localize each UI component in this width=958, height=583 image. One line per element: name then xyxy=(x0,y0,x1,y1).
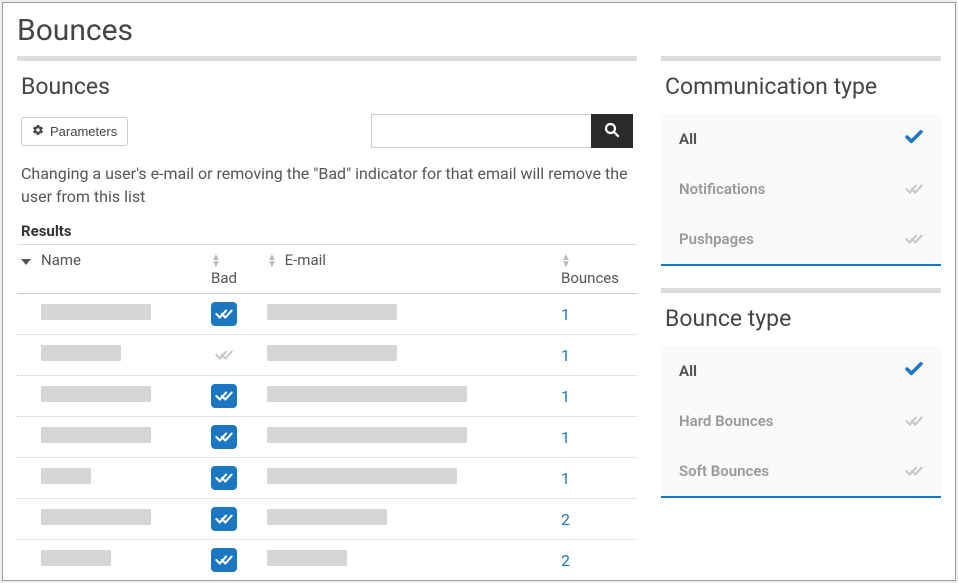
check-icon xyxy=(905,232,923,246)
filter-item-label: Hard Bounces xyxy=(679,412,773,430)
filter-item[interactable]: Hard Bounces xyxy=(661,396,941,446)
filter-item-label: Notifications xyxy=(679,180,765,198)
bounces-link[interactable]: 1 xyxy=(561,346,570,365)
gear-icon xyxy=(32,124,44,139)
bad-indicator[interactable] xyxy=(211,302,237,326)
table-row: 1 xyxy=(17,417,637,458)
bad-indicator[interactable] xyxy=(211,466,237,490)
email-placeholder xyxy=(267,550,347,566)
filter-item-label: All xyxy=(679,362,697,380)
bounces-link[interactable]: 2 xyxy=(561,510,570,529)
table-row: 1 xyxy=(17,458,637,499)
table-row: 1 xyxy=(17,294,637,335)
col-header-bad[interactable]: ▲▼ Bad xyxy=(211,251,267,287)
panel-divider xyxy=(661,56,941,61)
name-placeholder xyxy=(41,427,151,443)
bad-indicator[interactable] xyxy=(211,343,237,367)
table-header: Name ▲▼ Bad ▲▼ E-mail ▲▼ Bounces xyxy=(17,245,637,294)
table-row: 2 xyxy=(17,499,637,540)
email-placeholder xyxy=(267,345,397,361)
search-input[interactable] xyxy=(371,114,591,148)
filter-item[interactable]: All xyxy=(661,114,941,164)
table-row: 1 xyxy=(17,335,637,376)
filter-item[interactable]: Notifications xyxy=(661,164,941,214)
email-placeholder xyxy=(267,304,397,320)
name-placeholder xyxy=(41,468,91,484)
toolbar: Parameters xyxy=(17,114,637,148)
filter-item-label: All xyxy=(679,130,697,148)
col-header-bad-label: Bad xyxy=(211,269,237,287)
email-placeholder xyxy=(267,468,457,484)
bad-indicator[interactable] xyxy=(211,384,237,408)
filter-item[interactable]: Soft Bounces xyxy=(661,446,941,496)
bounce-type-title: Bounce type xyxy=(661,305,941,332)
bounces-link[interactable]: 1 xyxy=(561,305,570,324)
search-icon xyxy=(603,121,621,142)
col-header-bounces-label: Bounces xyxy=(561,269,619,287)
main-panel-title: Bounces xyxy=(17,73,637,100)
bad-indicator[interactable] xyxy=(211,425,237,449)
panel-divider xyxy=(17,56,637,61)
bad-indicator[interactable] xyxy=(211,548,237,572)
caret-down-icon xyxy=(21,259,31,265)
table-row: 2 xyxy=(17,540,637,581)
bounce-type-panel: Bounce type All Hard Bounces Soft Bounces xyxy=(661,288,941,498)
check-icon xyxy=(905,130,923,148)
sort-icon: ▲▼ xyxy=(561,254,571,268)
name-placeholder xyxy=(41,304,151,320)
email-placeholder xyxy=(267,509,387,525)
name-placeholder xyxy=(41,386,151,402)
bounces-link[interactable]: 2 xyxy=(561,551,570,570)
col-header-email[interactable]: ▲▼ E-mail xyxy=(267,251,561,269)
sort-icon: ▲▼ xyxy=(267,254,277,268)
parameters-button[interactable]: Parameters xyxy=(21,117,128,146)
bounces-link[interactable]: 1 xyxy=(561,428,570,447)
filter-item-label: Soft Bounces xyxy=(679,462,769,480)
bounces-link[interactable]: 1 xyxy=(561,387,570,406)
side-panels: Communication type All Notifications Pushp… xyxy=(661,56,941,581)
bounces-link[interactable]: 1 xyxy=(561,469,570,488)
col-header-name[interactable]: Name xyxy=(41,251,211,269)
filter-item-label: Pushpages xyxy=(679,230,754,248)
col-header-bounces[interactable]: ▲▼ Bounces xyxy=(561,251,633,287)
email-placeholder xyxy=(267,386,467,402)
name-placeholder xyxy=(41,345,121,361)
table-row: 1 xyxy=(17,376,637,417)
email-placeholder xyxy=(267,427,467,443)
filter-item[interactable]: Pushpages xyxy=(661,214,941,264)
bad-indicator[interactable] xyxy=(211,507,237,531)
filter-item[interactable]: All xyxy=(661,346,941,396)
page-title: Bounces xyxy=(3,3,955,56)
help-text: Changing a user's e-mail or removing the… xyxy=(17,162,637,222)
name-placeholder xyxy=(41,550,111,566)
results-table: Name ▲▼ Bad ▲▼ E-mail ▲▼ Bounces 1 1 1 1 1 2 2 xyxy=(17,244,637,581)
results-label: Results xyxy=(17,222,637,244)
col-header-email-label: E-mail xyxy=(285,251,326,269)
communication-type-title: Communication type xyxy=(661,73,941,100)
parameters-button-label: Parameters xyxy=(50,124,117,139)
check-icon xyxy=(905,464,923,478)
communication-type-panel: Communication type All Notifications Pushp… xyxy=(661,56,941,266)
check-icon xyxy=(905,182,923,196)
sort-icon: ▲▼ xyxy=(211,254,221,268)
main-panel: Bounces Parameters Changi xyxy=(17,56,637,581)
name-placeholder xyxy=(41,509,151,525)
check-icon xyxy=(905,414,923,428)
check-icon xyxy=(905,362,923,380)
panel-divider xyxy=(661,288,941,293)
search-button[interactable] xyxy=(591,114,633,148)
